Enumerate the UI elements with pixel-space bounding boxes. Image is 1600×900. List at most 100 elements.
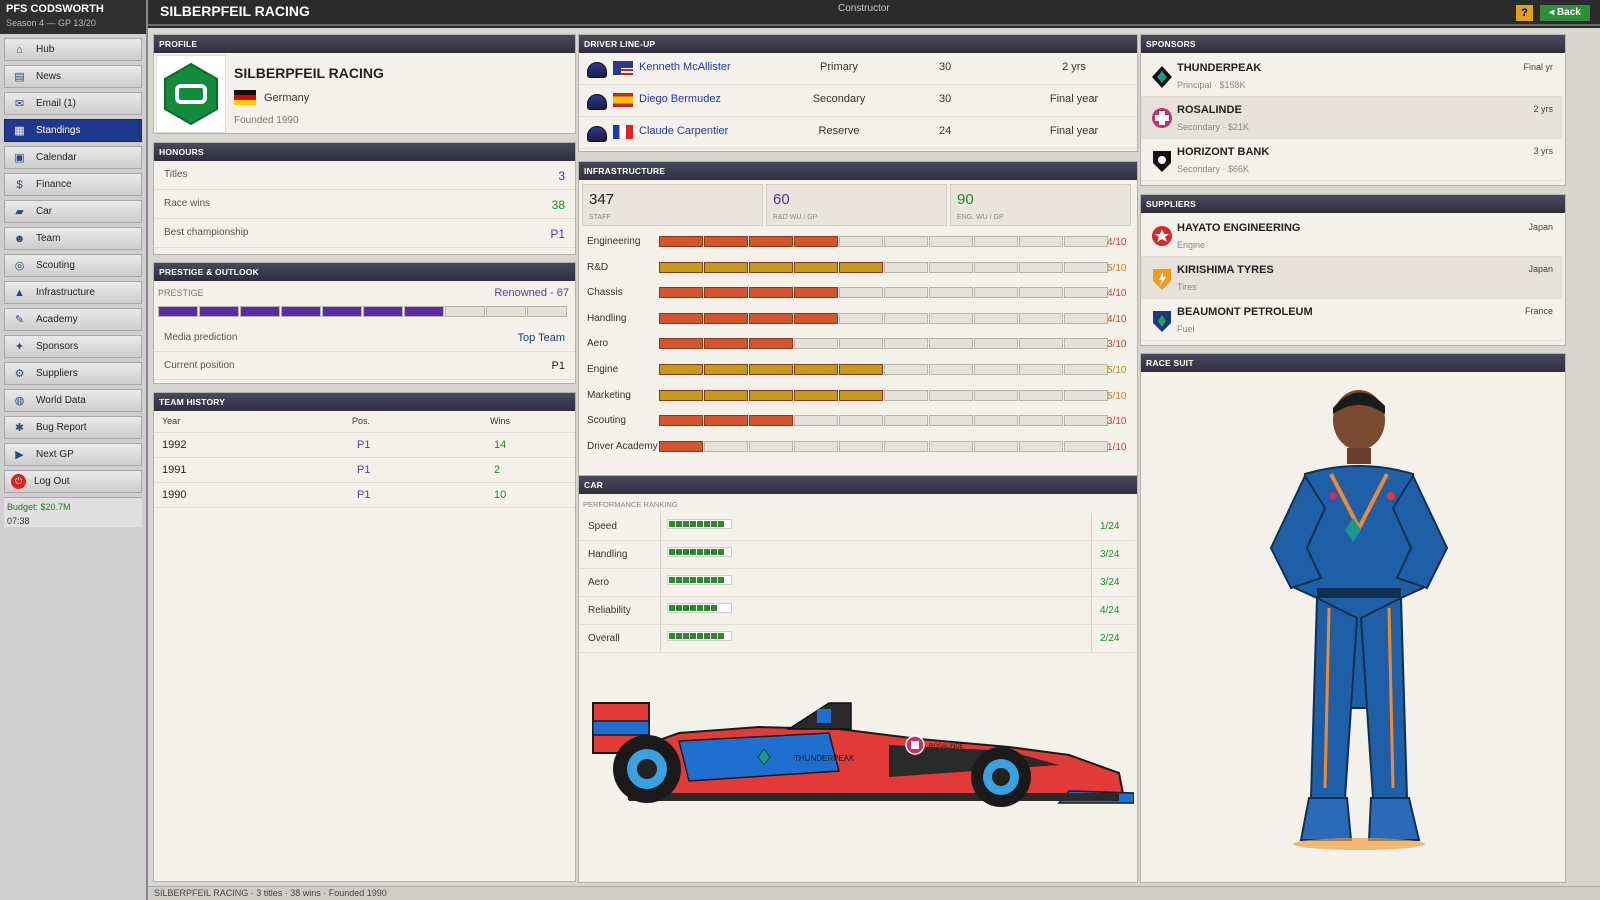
- infra-level-segment: [884, 287, 928, 299]
- infra-row-handling[interactable]: Handling 4/10: [579, 307, 1135, 332]
- supplier-name: BEAUMONT PETROLEUM: [1177, 306, 1313, 318]
- nav-item-log-out[interactable]: ⏻ Log Out: [4, 470, 142, 493]
- car-perf-pip: [690, 521, 696, 527]
- infra-row-aero[interactable]: Aero 3/10: [579, 332, 1135, 357]
- sponsor-row[interactable]: ROSALINDE Secondary · $21K 2 yrs: [1141, 97, 1563, 139]
- nav-item-hub[interactable]: ⌂ Hub: [4, 38, 142, 61]
- front-wheel-icon: [971, 747, 1031, 807]
- nav-item-infrastructure[interactable]: ▲ Infrastructure: [4, 281, 142, 304]
- infra-level-bar: [659, 338, 1109, 350]
- driver-row[interactable]: Kenneth McAllister Primary 30 2 yrs: [579, 53, 1137, 85]
- infra-level-segment: [974, 389, 1018, 401]
- infra-level-value: 5/10: [1107, 390, 1127, 402]
- driver-name[interactable]: Kenneth McAllister: [639, 61, 731, 73]
- helmet-icon: [587, 62, 607, 78]
- infra-level-bar: [659, 364, 1109, 375]
- infra-row-label: Driver Academy: [587, 440, 658, 452]
- driver-row[interactable]: Diego Bermudez Secondary 30 Final year: [579, 85, 1137, 117]
- supplier-row[interactable]: HAYATO ENGINEERING Engine Japan: [1141, 215, 1563, 257]
- divider: [1091, 513, 1092, 540]
- infra-level-segment: [749, 312, 793, 324]
- car-panel: CAR PERFORMANCE RANKING Speed 1/24 Handlin…: [578, 475, 1138, 883]
- car-perf-pip: [690, 633, 696, 639]
- driver-contract: 2 yrs: [1062, 61, 1086, 73]
- help-button[interactable]: ?: [1516, 5, 1533, 21]
- nav-item-label: Email (1): [36, 98, 77, 109]
- nav-item-sponsors[interactable]: ✦ Sponsors: [4, 335, 142, 358]
- sponsor-row[interactable]: THUNDERPEAK Principal · $158K Final yr: [1141, 55, 1563, 97]
- nav-item-news[interactable]: ▤ News: [4, 65, 142, 88]
- infra-row-marketing[interactable]: Marketing 5/10: [579, 384, 1135, 409]
- supplier-detail: Engine: [1177, 240, 1206, 250]
- car-perf-pip: [669, 577, 675, 583]
- nav-item-label: Standings: [36, 125, 81, 136]
- back-button[interactable]: ◂ Back: [1540, 5, 1590, 21]
- honours-panel: HONOURS Titles 3 Race wins 38 Best champions…: [153, 142, 576, 255]
- infrastructure-panel: INFRASTRUCTURE 347 STAFF 60 R&D WU / GP 90 EN…: [578, 161, 1138, 493]
- nav-item-email-1[interactable]: ✉ Email (1): [4, 92, 142, 115]
- nav-item-label: Suppliers: [36, 368, 78, 379]
- profile-header: PROFILE: [154, 35, 575, 53]
- infra-stat-label: STAFF: [589, 214, 611, 221]
- infra-row-engineering[interactable]: Engineering 4/10: [579, 230, 1135, 255]
- infra-row-engine[interactable]: Engine 5/10: [579, 358, 1135, 383]
- infra-row-scouting[interactable]: Scouting 3/10: [579, 409, 1135, 434]
- thunderpeak-logo-icon: [1151, 65, 1173, 89]
- performance-ranking-label: PERFORMANCE RANKING: [583, 500, 678, 509]
- nav-item-standings[interactable]: ▦ Standings: [4, 119, 142, 142]
- nav-item-finance[interactable]: $ Finance: [4, 173, 142, 196]
- history-wins: 2: [494, 464, 501, 476]
- nav-item-car[interactable]: ▰ Car: [4, 200, 142, 223]
- infra-level-segment: [659, 415, 703, 427]
- infra-level-segment: [659, 261, 703, 273]
- infra-level-segment: [659, 389, 703, 401]
- nav-item-label: Hub: [36, 44, 55, 55]
- car-perf-pip: [669, 549, 675, 555]
- calendar-icon: ▣: [14, 152, 25, 164]
- infra-row-label: Handling: [587, 312, 627, 324]
- infra-level-segment: [794, 287, 838, 299]
- prestige-value: Renowned - 67: [494, 287, 569, 299]
- nav-item-scouting[interactable]: ◎ Scouting: [4, 254, 142, 277]
- car-perf-bar: [667, 519, 732, 529]
- infra-level-bar: [659, 287, 1109, 299]
- infra-level-segment: [704, 236, 748, 247]
- driver-name[interactable]: Claude Carpentier: [639, 125, 728, 137]
- nav-item-label: Log Out: [34, 476, 70, 487]
- infra-level-segment: [1019, 338, 1063, 350]
- infra-stat-value: 347: [589, 191, 615, 208]
- infra-level-segment: [884, 440, 928, 452]
- suppliers-panel: SUPPLIERS HAYATO ENGINEERING Engine Japan K…: [1140, 194, 1566, 346]
- driver-name[interactable]: Diego Bermudez: [639, 93, 721, 105]
- infra-row-chassis[interactable]: Chassis 4/10: [579, 281, 1135, 306]
- nav-item-bug-report[interactable]: ✱ Bug Report: [4, 416, 142, 439]
- nav-item-next-gp[interactable]: ▶ Next GP: [4, 443, 142, 466]
- power-icon: ⏻: [11, 474, 26, 489]
- nav-item-calendar[interactable]: ▣ Calendar: [4, 146, 142, 169]
- honours-value: 3: [558, 169, 565, 183]
- driver-row[interactable]: Claude Carpentier Reserve 24 Final year: [579, 117, 1137, 149]
- car-perf-pip: [697, 605, 703, 611]
- nav-item-team[interactable]: ☻ Team: [4, 227, 142, 250]
- app-title: PFS CODSWORTH: [6, 3, 104, 15]
- infrastructure-header: INFRASTRUCTURE: [579, 162, 1137, 180]
- infra-level-segment: [884, 261, 928, 273]
- nav-item-academy[interactable]: ✎ Academy: [4, 308, 142, 331]
- driver-lineup-header: DRIVER LINE-UP: [579, 35, 1137, 53]
- helmet-icon: [587, 94, 607, 110]
- infra-level-value: 3/10: [1107, 339, 1127, 351]
- prestige-segment: [199, 306, 239, 317]
- infra-row-r-d[interactable]: R&D 5/10: [579, 256, 1135, 281]
- sponsor-name: THUNDERPEAK: [1177, 62, 1262, 74]
- supplier-row[interactable]: KIRISHIMA TYRES Tires Japan: [1141, 257, 1563, 299]
- media-prediction-value: Top Team: [517, 332, 566, 344]
- sponsor-name: HORIZONT BANK: [1177, 146, 1270, 158]
- nav-item-world-data[interactable]: ◍ World Data: [4, 389, 142, 412]
- supplier-row[interactable]: BEAUMONT PETROLEUM Fuel France: [1141, 299, 1563, 341]
- infra-row-driver-academy[interactable]: Driver Academy 1/10: [579, 435, 1135, 460]
- car-perf-pip: [711, 521, 717, 527]
- car-perf-pip: [704, 577, 710, 583]
- nav-item-suppliers[interactable]: ⚙ Suppliers: [4, 362, 142, 385]
- sponsor-row[interactable]: HORIZONT BANK Secondary · $66K 3 yrs: [1141, 139, 1563, 181]
- nav-item-label: Calendar: [36, 152, 77, 163]
